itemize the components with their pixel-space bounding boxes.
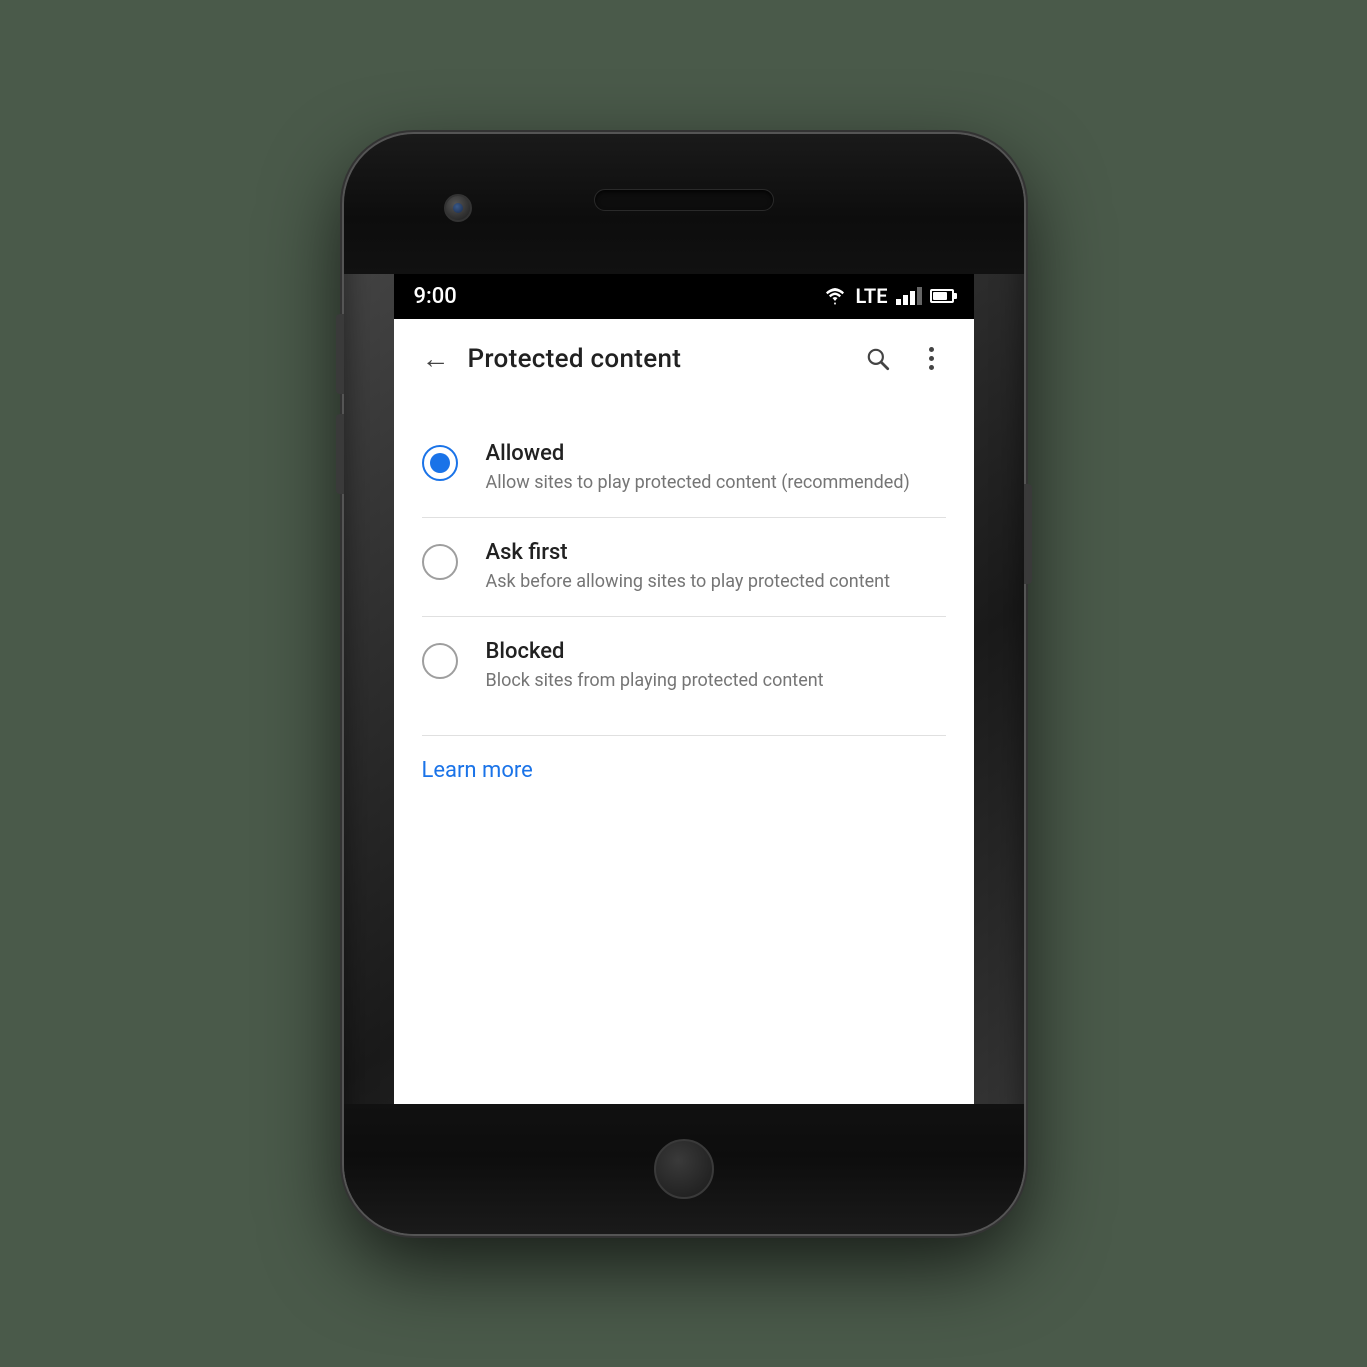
option-ask-first[interactable]: Ask first Ask before allowing sites to p… — [394, 518, 974, 616]
option-blocked-desc: Block sites from playing protected conte… — [486, 668, 946, 693]
option-ask-first-desc: Ask before allowing sites to play protec… — [486, 569, 946, 594]
status-time: 9:00 — [414, 284, 457, 309]
screen: ← Protected content — [394, 319, 974, 1104]
option-blocked-title: Blocked — [486, 639, 946, 664]
battery-fill — [933, 292, 947, 300]
radio-ask-first — [422, 544, 458, 580]
more-dot-2 — [929, 356, 934, 361]
wifi-icon — [823, 287, 847, 305]
page-title: Protected content — [468, 344, 856, 374]
phone-frame: 9:00 LTE — [344, 134, 1024, 1234]
home-button[interactable] — [654, 1139, 714, 1199]
more-dot-3 — [929, 365, 934, 370]
front-camera — [444, 194, 472, 222]
option-allowed-title: Allowed — [486, 441, 946, 466]
app-bar: ← Protected content — [394, 319, 974, 399]
radio-inner-allowed — [430, 453, 450, 473]
lte-indicator: LTE — [855, 284, 887, 308]
back-button[interactable]: ← — [414, 337, 458, 381]
radio-blocked — [422, 643, 458, 679]
radio-outer-blocked — [422, 643, 458, 679]
power-button[interactable] — [1024, 484, 1032, 584]
radio-allowed — [422, 445, 458, 481]
spacer — [394, 715, 974, 735]
option-ask-first-text: Ask first Ask before allowing sites to p… — [486, 540, 946, 594]
radio-outer-allowed — [422, 445, 458, 481]
back-arrow-icon: ← — [422, 342, 450, 375]
bottom-bezel — [344, 1104, 1024, 1234]
search-icon — [865, 346, 891, 372]
status-icons: LTE — [823, 284, 953, 308]
option-blocked-text: Blocked Block sites from playing protect… — [486, 639, 946, 693]
earpiece-speaker — [594, 189, 774, 211]
option-ask-first-title: Ask first — [486, 540, 946, 565]
search-button[interactable] — [856, 337, 900, 381]
content-area: Allowed Allow sites to play protected co… — [394, 399, 974, 1104]
status-bar: 9:00 LTE — [394, 274, 974, 319]
more-icon — [929, 347, 934, 370]
top-bezel — [344, 134, 1024, 274]
option-allowed[interactable]: Allowed Allow sites to play protected co… — [394, 419, 974, 517]
signal-icon — [896, 287, 922, 305]
more-dot-1 — [929, 347, 934, 352]
radio-outer-ask-first — [422, 544, 458, 580]
volume-up-button[interactable] — [336, 314, 344, 394]
option-allowed-desc: Allow sites to play protected content (r… — [486, 470, 946, 495]
learn-more-link[interactable]: Learn more — [394, 736, 974, 805]
battery-icon — [930, 289, 954, 303]
option-blocked[interactable]: Blocked Block sites from playing protect… — [394, 617, 974, 715]
volume-down-button[interactable] — [336, 414, 344, 494]
option-allowed-text: Allowed Allow sites to play protected co… — [486, 441, 946, 495]
toolbar-icons — [856, 337, 954, 381]
more-options-button[interactable] — [910, 337, 954, 381]
